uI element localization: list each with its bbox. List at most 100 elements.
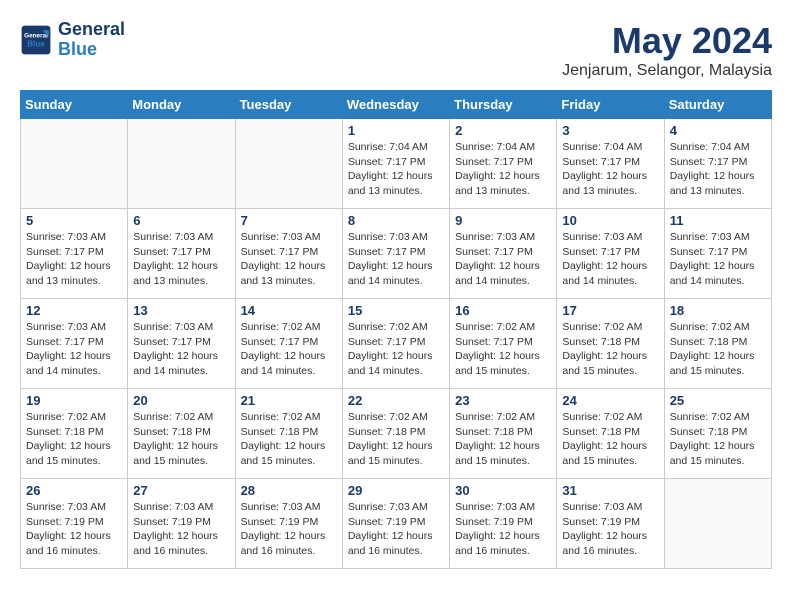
logo-text: GeneralBlue	[58, 20, 125, 60]
day-info: Sunrise: 7:04 AM Sunset: 7:17 PM Dayligh…	[455, 140, 551, 199]
day-number: 20	[133, 393, 229, 408]
day-number: 21	[241, 393, 337, 408]
day-info: Sunrise: 7:03 AM Sunset: 7:17 PM Dayligh…	[348, 230, 444, 289]
day-info: Sunrise: 7:02 AM Sunset: 7:18 PM Dayligh…	[133, 410, 229, 469]
day-info: Sunrise: 7:03 AM Sunset: 7:19 PM Dayligh…	[133, 500, 229, 559]
day-info: Sunrise: 7:02 AM Sunset: 7:18 PM Dayligh…	[26, 410, 122, 469]
calendar-cell	[664, 479, 771, 569]
calendar-cell: 22 Sunrise: 7:02 AM Sunset: 7:18 PM Dayli…	[342, 389, 449, 479]
day-info: Sunrise: 7:02 AM Sunset: 7:17 PM Dayligh…	[455, 320, 551, 379]
day-info: Sunrise: 7:03 AM Sunset: 7:19 PM Dayligh…	[455, 500, 551, 559]
day-number: 6	[133, 213, 229, 228]
day-header-tuesday: Tuesday	[235, 91, 342, 119]
calendar-cell	[235, 119, 342, 209]
calendar-cell: 16 Sunrise: 7:02 AM Sunset: 7:17 PM Dayli…	[450, 299, 557, 389]
logo: General Blue GeneralBlue	[20, 20, 125, 60]
day-info: Sunrise: 7:03 AM Sunset: 7:17 PM Dayligh…	[133, 320, 229, 379]
week-row-5: 26 Sunrise: 7:03 AM Sunset: 7:19 PM Dayli…	[21, 479, 772, 569]
day-number: 15	[348, 303, 444, 318]
day-info: Sunrise: 7:03 AM Sunset: 7:19 PM Dayligh…	[348, 500, 444, 559]
day-number: 28	[241, 483, 337, 498]
calendar-cell: 7Sunrise: 7:03 AM Sunset: 7:17 PM Daylig…	[235, 209, 342, 299]
day-info: Sunrise: 7:02 AM Sunset: 7:18 PM Dayligh…	[670, 320, 766, 379]
logo-icon: General Blue	[20, 24, 52, 56]
week-row-2: 5 Sunrise: 7:03 AM Sunset: 7:17 PM Daylig…	[21, 209, 772, 299]
month-title: May 2024	[562, 20, 772, 62]
calendar-cell: 31Sunrise: 7:03 AM Sunset: 7:19 PM Dayli…	[557, 479, 664, 569]
calendar-cell: 9Sunrise: 7:03 AM Sunset: 7:17 PM Daylig…	[450, 209, 557, 299]
day-header-monday: Monday	[128, 91, 235, 119]
calendar-cell: 26 Sunrise: 7:03 AM Sunset: 7:19 PM Dayli…	[21, 479, 128, 569]
day-number: 26	[26, 483, 122, 498]
day-info: Sunrise: 7:02 AM Sunset: 7:18 PM Dayligh…	[670, 410, 766, 469]
day-number: 31	[562, 483, 658, 498]
day-number: 1	[348, 123, 444, 138]
day-number: 30	[455, 483, 551, 498]
day-number: 3	[562, 123, 658, 138]
day-number: 23	[455, 393, 551, 408]
day-number: 11	[670, 213, 766, 228]
day-info: Sunrise: 7:04 AM Sunset: 7:17 PM Dayligh…	[562, 140, 658, 199]
location-subtitle: Jenjarum, Selangor, Malaysia	[562, 62, 772, 80]
calendar-cell: 10 Sunrise: 7:03 AM Sunset: 7:17 PM Dayli…	[557, 209, 664, 299]
day-number: 24	[562, 393, 658, 408]
day-info: Sunrise: 7:02 AM Sunset: 7:18 PM Dayligh…	[348, 410, 444, 469]
calendar-cell: 13 Sunrise: 7:03 AM Sunset: 7:17 PM Dayli…	[128, 299, 235, 389]
day-number: 19	[26, 393, 122, 408]
week-row-1: 1 Sunrise: 7:04 AM Sunset: 7:17 PM Daylig…	[21, 119, 772, 209]
day-info: Sunrise: 7:03 AM Sunset: 7:17 PM Dayligh…	[133, 230, 229, 289]
day-header-sunday: Sunday	[21, 91, 128, 119]
day-info: Sunrise: 7:04 AM Sunset: 7:17 PM Dayligh…	[348, 140, 444, 199]
calendar-cell	[128, 119, 235, 209]
day-number: 12	[26, 303, 122, 318]
day-info: Sunrise: 7:02 AM Sunset: 7:18 PM Dayligh…	[455, 410, 551, 469]
day-info: Sunrise: 7:02 AM Sunset: 7:18 PM Dayligh…	[241, 410, 337, 469]
calendar-cell: 1 Sunrise: 7:04 AM Sunset: 7:17 PM Daylig…	[342, 119, 449, 209]
calendar-cell: 8 Sunrise: 7:03 AM Sunset: 7:17 PM Daylig…	[342, 209, 449, 299]
day-number: 22	[348, 393, 444, 408]
day-info: Sunrise: 7:03 AM Sunset: 7:19 PM Dayligh…	[241, 500, 337, 559]
day-number: 27	[133, 483, 229, 498]
calendar-cell: 3 Sunrise: 7:04 AM Sunset: 7:17 PM Daylig…	[557, 119, 664, 209]
day-info: Sunrise: 7:02 AM Sunset: 7:18 PM Dayligh…	[562, 410, 658, 469]
day-number: 10	[562, 213, 658, 228]
day-number: 16	[455, 303, 551, 318]
day-number: 5	[26, 213, 122, 228]
calendar-cell: 24 Sunrise: 7:02 AM Sunset: 7:18 PM Dayli…	[557, 389, 664, 479]
day-info: Sunrise: 7:03 AM Sunset: 7:17 PM Dayligh…	[670, 230, 766, 289]
title-block: May 2024 Jenjarum, Selangor, Malaysia	[562, 20, 772, 80]
page-header: General Blue GeneralBlue May 2024 Jenjar…	[20, 20, 772, 80]
calendar-cell: 19 Sunrise: 7:02 AM Sunset: 7:18 PM Dayli…	[21, 389, 128, 479]
calendar-cell: 6 Sunrise: 7:03 AM Sunset: 7:17 PM Daylig…	[128, 209, 235, 299]
calendar-table: SundayMondayTuesdayWednesdayThursdayFrid…	[20, 90, 772, 569]
calendar-cell: 23 Sunrise: 7:02 AM Sunset: 7:18 PM Dayli…	[450, 389, 557, 479]
day-info: Sunrise: 7:03 AM Sunset: 7:17 PM Dayligh…	[455, 230, 551, 289]
calendar-cell: 5 Sunrise: 7:03 AM Sunset: 7:17 PM Daylig…	[21, 209, 128, 299]
calendar-cell: 29 Sunrise: 7:03 AM Sunset: 7:19 PM Dayli…	[342, 479, 449, 569]
day-info: Sunrise: 7:03 AM Sunset: 7:17 PM Dayligh…	[562, 230, 658, 289]
day-number: 2	[455, 123, 551, 138]
day-number: 13	[133, 303, 229, 318]
calendar-cell: 20 Sunrise: 7:02 AM Sunset: 7:18 PM Dayli…	[128, 389, 235, 479]
calendar-cell	[21, 119, 128, 209]
day-info: Sunrise: 7:02 AM Sunset: 7:17 PM Dayligh…	[348, 320, 444, 379]
calendar-cell: 18Sunrise: 7:02 AM Sunset: 7:18 PM Dayli…	[664, 299, 771, 389]
calendar-cell: 14Sunrise: 7:02 AM Sunset: 7:17 PM Dayli…	[235, 299, 342, 389]
calendar-cell: 25Sunrise: 7:02 AM Sunset: 7:18 PM Dayli…	[664, 389, 771, 479]
day-info: Sunrise: 7:03 AM Sunset: 7:17 PM Dayligh…	[26, 320, 122, 379]
day-number: 29	[348, 483, 444, 498]
day-header-friday: Friday	[557, 91, 664, 119]
day-info: Sunrise: 7:03 AM Sunset: 7:17 PM Dayligh…	[241, 230, 337, 289]
week-row-4: 19 Sunrise: 7:02 AM Sunset: 7:18 PM Dayli…	[21, 389, 772, 479]
day-number: 8	[348, 213, 444, 228]
day-info: Sunrise: 7:03 AM Sunset: 7:19 PM Dayligh…	[26, 500, 122, 559]
days-header-row: SundayMondayTuesdayWednesdayThursdayFrid…	[21, 91, 772, 119]
calendar-cell: 12 Sunrise: 7:03 AM Sunset: 7:17 PM Dayli…	[21, 299, 128, 389]
day-number: 17	[562, 303, 658, 318]
day-info: Sunrise: 7:02 AM Sunset: 7:18 PM Dayligh…	[562, 320, 658, 379]
calendar-cell: 4Sunrise: 7:04 AM Sunset: 7:17 PM Daylig…	[664, 119, 771, 209]
day-info: Sunrise: 7:04 AM Sunset: 7:17 PM Dayligh…	[670, 140, 766, 199]
calendar-cell: 30 Sunrise: 7:03 AM Sunset: 7:19 PM Dayli…	[450, 479, 557, 569]
day-info: Sunrise: 7:03 AM Sunset: 7:17 PM Dayligh…	[26, 230, 122, 289]
week-row-3: 12 Sunrise: 7:03 AM Sunset: 7:17 PM Dayli…	[21, 299, 772, 389]
